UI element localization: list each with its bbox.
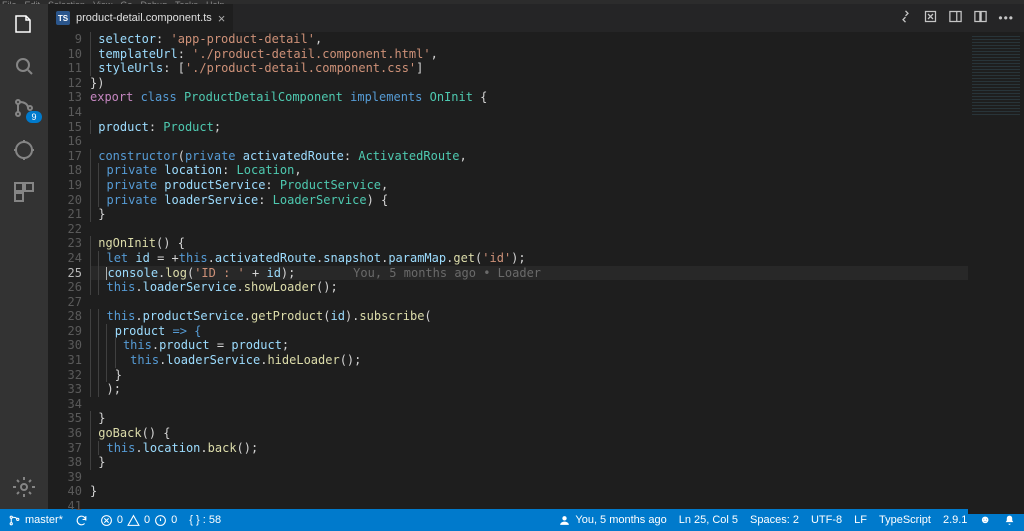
minimap[interactable] (968, 32, 1024, 514)
split-editor-icon[interactable] (973, 9, 988, 27)
branch-indicator[interactable]: master* (8, 514, 63, 527)
code-editor[interactable]: 9101112131415161718192021222324252627282… (48, 32, 1024, 514)
search-icon[interactable] (12, 54, 36, 78)
line-numbers: 9101112131415161718192021222324252627282… (48, 32, 90, 514)
problems-indicator[interactable]: 0 0 0 (100, 514, 177, 527)
debug-icon[interactable] (12, 138, 36, 162)
bell-icon[interactable] (1003, 514, 1016, 527)
ts-version[interactable]: 2.9.1 (943, 514, 967, 526)
settings-gear-icon[interactable] (12, 475, 36, 499)
encoding[interactable]: UTF-8 (811, 514, 842, 526)
source-control-icon[interactable] (12, 96, 36, 120)
activity-bar (0, 4, 48, 509)
eol[interactable]: LF (854, 514, 867, 526)
tab-title: product-detail.component.ts (76, 12, 212, 24)
compare-icon[interactable] (898, 9, 913, 27)
language-mode[interactable]: TypeScript (879, 514, 931, 526)
tab-bar: TS product-detail.component.ts × ••• (48, 4, 1024, 32)
more-icon[interactable]: ••• (998, 11, 1014, 25)
typescript-icon: TS (56, 11, 70, 25)
code-content[interactable]: selector: 'app-product-detail', template… (90, 32, 968, 514)
editor-actions: ••• (898, 9, 1024, 27)
extensions-icon[interactable] (12, 180, 36, 204)
tab-product-detail[interactable]: TS product-detail.component.ts × (48, 4, 233, 32)
bracket-indicator[interactable]: { } : 58 (189, 514, 221, 526)
gitlens-blame[interactable]: You, 5 months ago (558, 514, 666, 527)
close-icon[interactable]: × (218, 11, 226, 26)
open-changes-icon[interactable] (923, 9, 938, 27)
files-icon[interactable] (12, 12, 36, 36)
indentation[interactable]: Spaces: 2 (750, 514, 799, 526)
split-right-icon[interactable] (948, 9, 963, 27)
sync-button[interactable] (75, 514, 88, 527)
cursor-position[interactable]: Ln 25, Col 5 (679, 514, 738, 526)
feedback-icon[interactable]: ☻ (979, 514, 991, 526)
